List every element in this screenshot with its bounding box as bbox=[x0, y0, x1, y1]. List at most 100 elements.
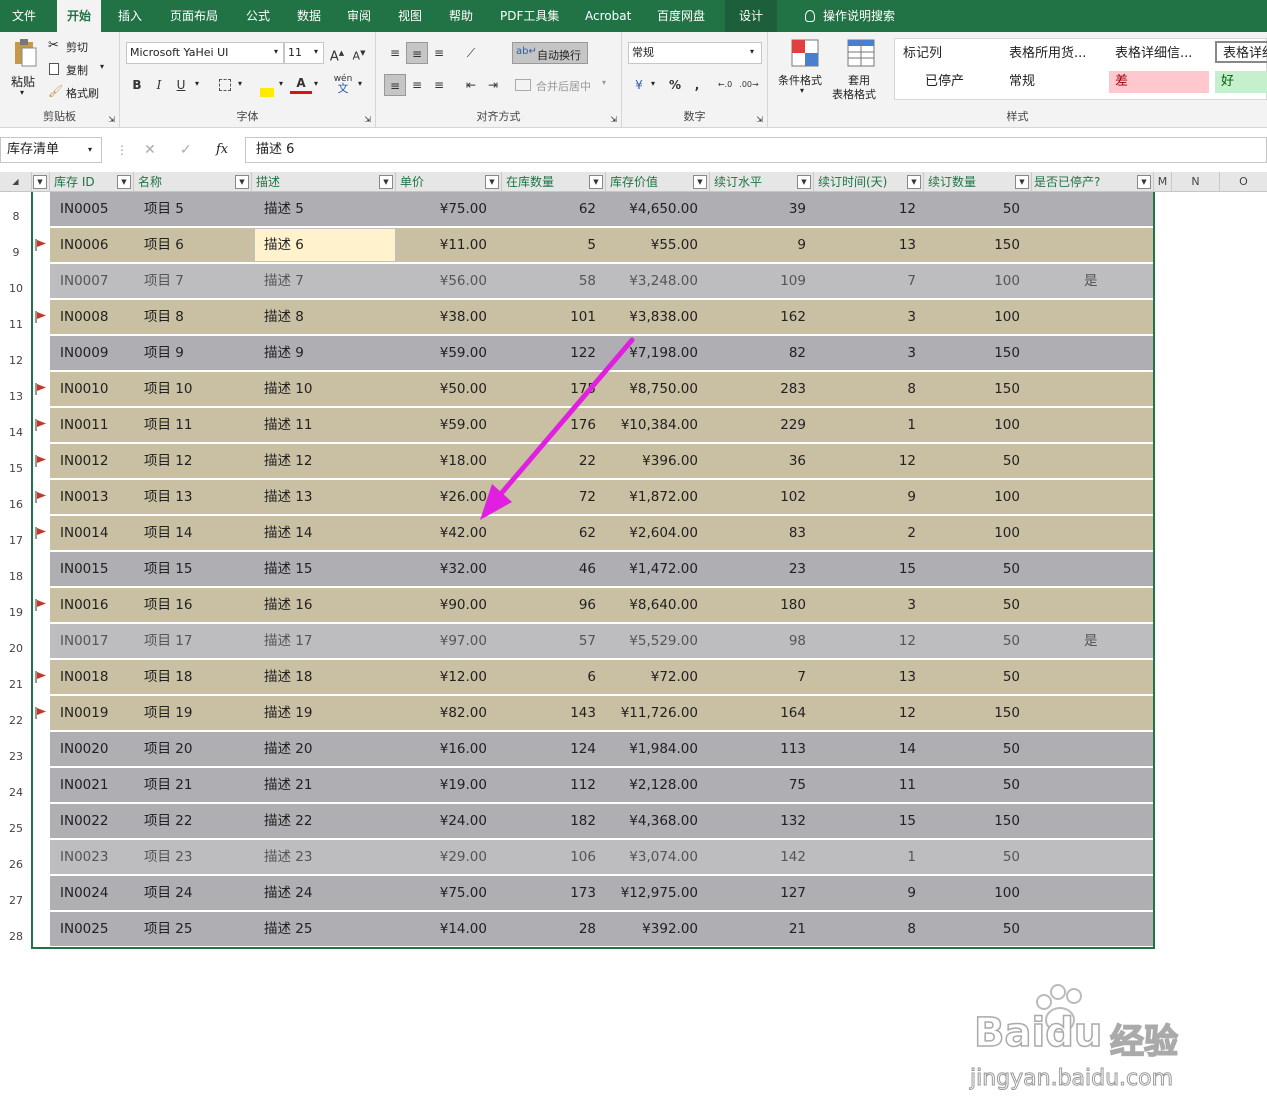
tab-insert[interactable]: 插入 bbox=[108, 0, 152, 32]
cell-description[interactable]: 描述 25 bbox=[264, 912, 312, 946]
column-header-col-discontinued[interactable]: 是否已停产? ▼ bbox=[1030, 172, 1154, 192]
cell-unit-price[interactable]: ¥75.00 bbox=[400, 192, 487, 226]
cell-description[interactable]: 描述 10 bbox=[264, 372, 312, 406]
filter-dropdown-icon[interactable]: ▼ bbox=[33, 175, 47, 189]
cell-reorder-qty[interactable]: 50 bbox=[950, 624, 1020, 658]
cell-name[interactable]: 项目 23 bbox=[144, 840, 192, 874]
cell-qty-in-stock[interactable]: 62 bbox=[510, 192, 596, 226]
cell-reorder-level[interactable]: 102 bbox=[730, 480, 806, 514]
cell-style-currency[interactable]: 表格所用货... bbox=[1003, 43, 1107, 65]
cell-description[interactable]: 描述 15 bbox=[264, 552, 312, 586]
cell-inventory-value[interactable]: ¥12,975.00 bbox=[610, 876, 698, 910]
cell-qty-in-stock[interactable]: 182 bbox=[510, 804, 596, 838]
decrease-indent-button[interactable]: ⇤ bbox=[460, 74, 482, 96]
cancel-icon[interactable]: ✕ bbox=[144, 142, 156, 158]
cell-unit-price[interactable]: ¥24.00 bbox=[400, 804, 487, 838]
cell-inventory-id[interactable]: IN0005 bbox=[60, 192, 108, 226]
cell-inventory-value[interactable]: ¥8,640.00 bbox=[610, 588, 698, 622]
align-center-button[interactable]: ≡ bbox=[406, 74, 428, 96]
tab-acrobat[interactable]: Acrobat bbox=[575, 0, 641, 32]
cell-qty-in-stock[interactable]: 28 bbox=[510, 912, 596, 946]
format-painter-button[interactable]: 🖌 格式刷 bbox=[48, 84, 114, 102]
row-header[interactable]: 28 bbox=[0, 930, 32, 943]
cell-name[interactable]: 项目 12 bbox=[144, 444, 192, 478]
cell-name[interactable]: 项目 25 bbox=[144, 912, 192, 946]
cell-discontinued[interactable]: 是 bbox=[1084, 264, 1114, 298]
cell-description[interactable]: 描述 21 bbox=[264, 768, 312, 802]
cell-discontinued[interactable] bbox=[1084, 372, 1114, 406]
cell-reorder-days[interactable]: 3 bbox=[840, 300, 916, 334]
cell-reorder-days[interactable]: 9 bbox=[840, 480, 916, 514]
cell-description[interactable]: 描述 11 bbox=[264, 408, 312, 442]
cell-name[interactable]: 项目 21 bbox=[144, 768, 192, 802]
cell-discontinued[interactable] bbox=[1084, 804, 1114, 838]
percent-button[interactable]: % bbox=[664, 74, 686, 96]
cell-unit-price[interactable]: ¥42.00 bbox=[400, 516, 487, 550]
cell-description[interactable]: 描述 24 bbox=[264, 876, 312, 910]
cell-discontinued[interactable] bbox=[1084, 840, 1114, 874]
row-header[interactable]: 22 bbox=[0, 714, 32, 727]
cell-qty-in-stock[interactable]: 101 bbox=[510, 300, 596, 334]
cell-unit-price[interactable]: ¥26.00 bbox=[400, 480, 487, 514]
column-header-col-unit-price[interactable]: 单价 ▼ bbox=[396, 172, 502, 192]
column-header-col-description[interactable]: 描述 ▼ bbox=[252, 172, 396, 192]
currency-format-button[interactable]: ¥ bbox=[628, 74, 650, 96]
fill-color-button[interactable] bbox=[256, 74, 278, 97]
cell-inventory-id[interactable]: IN0024 bbox=[60, 876, 108, 910]
cell-reorder-days[interactable]: 9 bbox=[840, 876, 916, 910]
cell-unit-price[interactable]: ¥59.00 bbox=[400, 336, 487, 370]
cell-reorder-days[interactable]: 1 bbox=[840, 408, 916, 442]
tab-file[interactable]: 文件 bbox=[2, 0, 46, 32]
cell-name[interactable]: 项目 24 bbox=[144, 876, 192, 910]
cell-unit-price[interactable]: ¥50.00 bbox=[400, 372, 487, 406]
cell-reorder-qty[interactable]: 150 bbox=[950, 372, 1020, 406]
cell-inventory-id[interactable]: IN0021 bbox=[60, 768, 108, 802]
cell-discontinued[interactable] bbox=[1084, 912, 1114, 946]
align-top-button[interactable]: ≡ bbox=[384, 42, 406, 64]
wrap-text-button[interactable]: ab↵ 自动换行 bbox=[512, 42, 588, 64]
cell-discontinued[interactable] bbox=[1084, 228, 1114, 262]
name-box[interactable]: 库存清单 bbox=[0, 137, 102, 163]
tab-pdf-tools[interactable]: PDF工具集 bbox=[490, 0, 569, 32]
cell-discontinued[interactable] bbox=[1084, 732, 1114, 766]
cell-name[interactable]: 项目 7 bbox=[144, 264, 184, 298]
increase-decimal-button[interactable]: ←.0 bbox=[714, 74, 736, 96]
cell-reorder-days[interactable]: 12 bbox=[840, 444, 916, 478]
cell-inventory-value[interactable]: ¥2,128.00 bbox=[610, 768, 698, 802]
cell-inventory-value[interactable]: ¥7,198.00 bbox=[610, 336, 698, 370]
cell-reorder-days[interactable]: 13 bbox=[840, 660, 916, 694]
cell-inventory-id[interactable]: IN0013 bbox=[60, 480, 108, 514]
cell-reorder-level[interactable]: 82 bbox=[730, 336, 806, 370]
cell-inventory-id[interactable]: IN0022 bbox=[60, 804, 108, 838]
cell-inventory-id[interactable]: IN0025 bbox=[60, 912, 108, 946]
column-header-n[interactable]: N bbox=[1172, 172, 1220, 192]
cell-reorder-level[interactable]: 162 bbox=[730, 300, 806, 334]
cell-inventory-value[interactable]: ¥1,872.00 bbox=[610, 480, 698, 514]
cell-inventory-id[interactable]: IN0015 bbox=[60, 552, 108, 586]
cell-reorder-days[interactable]: 2 bbox=[840, 516, 916, 550]
cell-qty-in-stock[interactable]: 72 bbox=[510, 480, 596, 514]
cell-reorder-qty[interactable]: 100 bbox=[950, 480, 1020, 514]
column-header-col-reorder-qty[interactable]: 续订数量 ▼ bbox=[924, 172, 1032, 192]
increase-indent-button[interactable]: ⇥ bbox=[482, 74, 504, 96]
cell-reorder-qty[interactable]: 150 bbox=[950, 804, 1020, 838]
cell-reorder-days[interactable]: 11 bbox=[840, 768, 916, 802]
cell-inventory-id[interactable]: IN0010 bbox=[60, 372, 108, 406]
cell-description[interactable]: 描述 8 bbox=[264, 300, 304, 334]
cell-discontinued[interactable] bbox=[1084, 696, 1114, 730]
cell-reorder-qty[interactable]: 50 bbox=[950, 768, 1020, 802]
cell-discontinued[interactable]: 是 bbox=[1084, 624, 1114, 658]
cell-style-detail[interactable]: 表格详细信... bbox=[1109, 43, 1213, 65]
cell-reorder-qty[interactable]: 100 bbox=[950, 300, 1020, 334]
cell-description[interactable]: 描述 17 bbox=[264, 624, 312, 658]
row-header[interactable]: 19 bbox=[0, 606, 32, 619]
italic-button[interactable]: I bbox=[148, 74, 170, 96]
select-all-corner[interactable]: ◢ bbox=[0, 172, 32, 192]
cell-discontinued[interactable] bbox=[1084, 588, 1114, 622]
cell-unit-price[interactable]: ¥16.00 bbox=[400, 732, 487, 766]
cell-name[interactable]: 项目 9 bbox=[144, 336, 184, 370]
filter-dropdown-icon[interactable]: ▼ bbox=[589, 175, 603, 189]
cell-qty-in-stock[interactable]: 124 bbox=[510, 732, 596, 766]
column-filter-blank[interactable]: ▼ bbox=[32, 172, 50, 192]
column-header-col-inventory-id[interactable]: 库存 ID ▼ bbox=[50, 172, 134, 192]
